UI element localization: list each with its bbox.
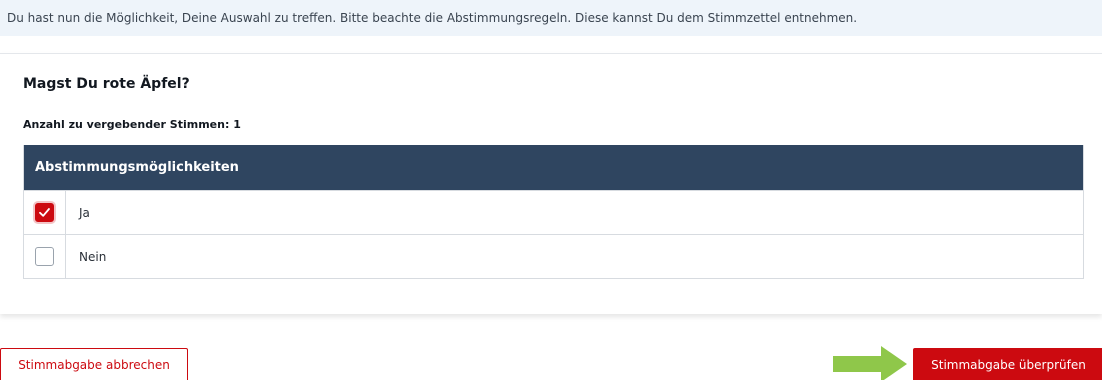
ballot-card: Magst Du rote Äpfel? Anzahl zu vergebend… [0,53,1102,314]
arrow-right-icon [833,346,907,380]
info-banner: Du hast nun die Möglichkeit, Deine Auswa… [0,0,1102,36]
options-table-header: Abstimmungsmöglichkeiten [24,145,1083,190]
option-label-nein: Nein [79,250,107,264]
question-title: Magst Du rote Äpfel? [23,76,190,92]
options-table: Abstimmungsmöglichkeiten Ja Nein [23,145,1084,279]
checkbox-cell [24,191,66,234]
info-text: Du hast nun die Möglichkeit, Deine Auswa… [7,11,858,25]
review-vote-button[interactable]: Stimmabgabe überprüfen [913,348,1102,380]
option-checkbox-ja[interactable] [35,203,54,222]
check-icon [39,208,50,217]
option-row-ja[interactable]: Ja [24,190,1083,234]
option-label-ja: Ja [79,206,90,220]
votes-count-label: Anzahl zu vergebender Stimmen: 1 [23,118,241,131]
cancel-vote-button[interactable]: Stimmabgabe abbrechen [0,348,188,380]
option-checkbox-nein[interactable] [35,247,54,266]
checkbox-cell [24,235,66,278]
option-row-nein[interactable]: Nein [24,234,1083,278]
options-header-label: Abstimmungsmöglichkeiten [35,160,239,175]
